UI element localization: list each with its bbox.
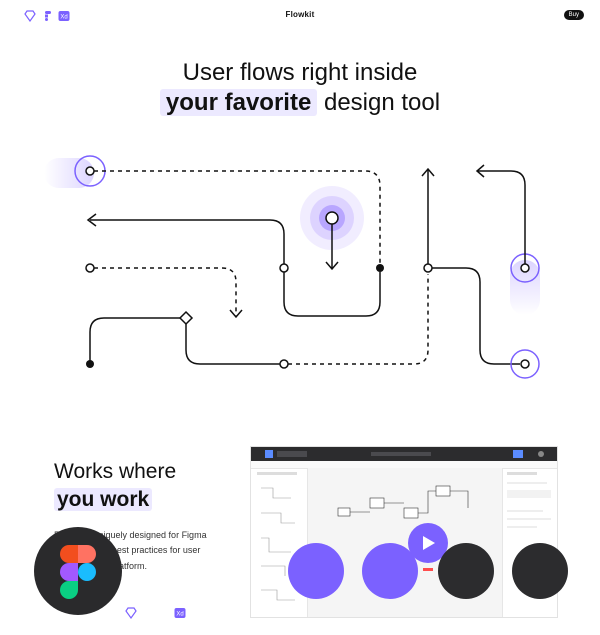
sketch-icon-bottom[interactable] <box>125 606 137 620</box>
hero-line-1: User flows right inside <box>182 59 418 86</box>
hero-highlight: your favorite <box>159 89 318 116</box>
figma-badge[interactable] <box>34 527 122 615</box>
works-heading: Works where you work <box>54 458 176 514</box>
top-bar: Xd Flowkit Buy <box>0 0 600 30</box>
editor-toolbar <box>251 447 557 461</box>
works-highlight: you work <box>54 488 153 511</box>
accent-circle-1[interactable] <box>288 543 344 599</box>
editor-left-panel <box>251 468 308 617</box>
buy-button[interactable]: Buy <box>563 10 584 20</box>
flow-illustration <box>44 155 540 379</box>
figma-logo-icon <box>60 545 96 599</box>
works-line-1: Works where <box>54 460 177 483</box>
accent-circle-2[interactable] <box>362 543 418 599</box>
hero-line-2: design tool <box>317 89 441 116</box>
brand-name[interactable]: Flowkit <box>0 10 600 19</box>
hero-heading: User flows right inside your favorite de… <box>0 58 600 118</box>
dark-circle-2[interactable] <box>512 543 568 599</box>
svg-text:Xd: Xd <box>176 612 183 618</box>
xd-icon-bottom[interactable]: Xd <box>174 606 186 618</box>
dark-circle-1[interactable] <box>438 543 494 599</box>
